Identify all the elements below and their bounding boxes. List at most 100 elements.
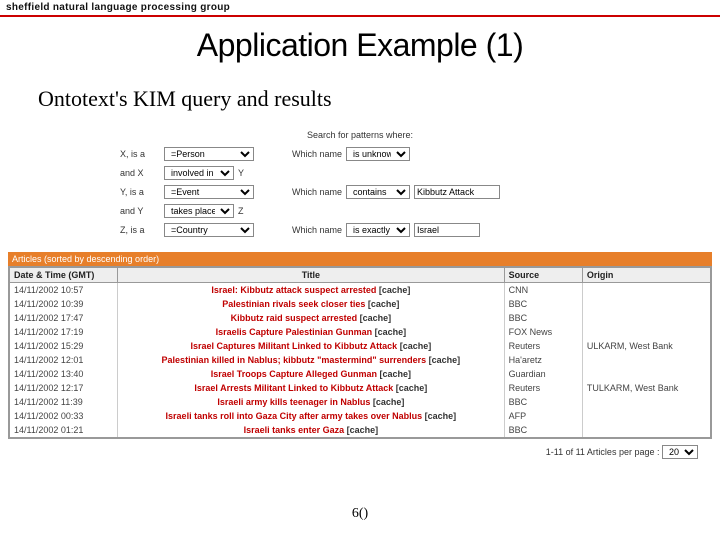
cell-origin <box>582 367 711 381</box>
group-banner: sheffield natural language processing gr… <box>0 0 720 13</box>
var-label: and Y <box>120 206 160 216</box>
form-row-x-rel: and X involved in Y <box>120 165 720 181</box>
cell-origin <box>582 409 711 423</box>
results-pager: 1-11 of 11 Articles per page : 20 <box>8 445 698 459</box>
cell-title[interactable]: Palestinian killed in Nablus; kibbutz "m… <box>118 353 505 367</box>
cell-title[interactable]: Israeli army kills teenager in Nablus [c… <box>118 395 505 409</box>
which-label: Which name <box>292 225 342 235</box>
cell-origin <box>582 325 711 339</box>
rel-target: Z <box>238 206 244 216</box>
cell-title[interactable]: Israel Captures Militant Linked to Kibbu… <box>118 339 505 353</box>
cell-source: BBC <box>504 423 582 438</box>
table-row[interactable]: 14/11/2002 15:29Israel Captures Militant… <box>9 339 711 353</box>
cell-source: Reuters <box>504 381 582 395</box>
var-label: Y, is a <box>120 187 160 197</box>
type-select-x[interactable]: =Person <box>164 147 254 161</box>
cell-origin <box>582 283 711 298</box>
cache-link[interactable]: [cache] <box>368 299 400 309</box>
pager-text: 1-11 of 11 Articles per page : <box>546 447 660 457</box>
cell-source: Guardian <box>504 367 582 381</box>
cell-date: 14/11/2002 01:21 <box>9 423 118 438</box>
cell-title[interactable]: Kibbutz raid suspect arrested [cache] <box>118 311 505 325</box>
table-row[interactable]: 14/11/2002 17:19Israelis Capture Palesti… <box>9 325 711 339</box>
cell-title[interactable]: Israel Troops Capture Alleged Gunman [ca… <box>118 367 505 381</box>
slide-footer: 6() <box>0 506 720 522</box>
slide-subtitle: Ontotext's KIM query and results <box>38 86 720 112</box>
name-mode-select-x[interactable]: is unknown <box>346 147 410 161</box>
rel-target: Y <box>238 168 244 178</box>
cell-title[interactable]: Israelis Capture Palestinian Gunman [cac… <box>118 325 505 339</box>
cell-origin <box>582 297 711 311</box>
cell-title[interactable]: Israel: Kibbutz attack suspect arrested … <box>118 283 505 298</box>
cell-date: 14/11/2002 17:19 <box>9 325 118 339</box>
name-value-input-y[interactable] <box>414 185 500 199</box>
table-row[interactable]: 14/11/2002 11:39Israeli army kills teena… <box>9 395 711 409</box>
cell-origin: TULKARM, West Bank <box>582 381 711 395</box>
cell-date: 14/11/2002 17:47 <box>9 311 118 325</box>
cell-source: CNN <box>504 283 582 298</box>
form-row-x-type: X, is a =Person Which name is unknown <box>120 146 720 162</box>
form-row-z-type: Z, is a =Country Which name is exactly <box>120 222 720 238</box>
cache-link[interactable]: [cache] <box>379 285 411 295</box>
cell-date: 14/11/2002 11:39 <box>9 395 118 409</box>
cell-source: FOX News <box>504 325 582 339</box>
col-source-header[interactable]: Source <box>504 267 582 283</box>
cell-title[interactable]: Palestinian rivals seek closer ties [cac… <box>118 297 505 311</box>
table-row[interactable]: 14/11/2002 12:17Israel Arrests Militant … <box>9 381 711 395</box>
cell-origin <box>582 395 711 409</box>
col-title-header[interactable]: Title <box>118 267 505 283</box>
table-row[interactable]: 14/11/2002 00:33Israeli tanks roll into … <box>9 409 711 423</box>
type-select-y[interactable]: =Event <box>164 185 254 199</box>
cell-origin: ULKARM, West Bank <box>582 339 711 353</box>
cache-link[interactable]: [cache] <box>373 397 405 407</box>
table-row[interactable]: 14/11/2002 13:40Israel Troops Capture Al… <box>9 367 711 381</box>
results-header-bar: Articles (sorted by descending order) <box>8 252 712 266</box>
name-mode-select-y[interactable]: contains <box>346 185 410 199</box>
cell-date: 14/11/2002 15:29 <box>9 339 118 353</box>
name-value-input-z[interactable] <box>414 223 480 237</box>
cache-link[interactable]: [cache] <box>375 327 407 337</box>
cell-date: 14/11/2002 13:40 <box>9 367 118 381</box>
cell-date: 14/11/2002 00:33 <box>9 409 118 423</box>
col-origin-header[interactable]: Origin <box>582 267 711 283</box>
cache-link[interactable]: [cache] <box>429 355 461 365</box>
col-date-header[interactable]: Date & Time (GMT) <box>9 267 118 283</box>
cell-title[interactable]: Israeli tanks roll into Gaza City after … <box>118 409 505 423</box>
which-label: Which name <box>292 187 342 197</box>
cell-origin <box>582 353 711 367</box>
cell-source: Ha'aretz <box>504 353 582 367</box>
results-panel: Articles (sorted by descending order) Da… <box>8 252 712 459</box>
table-row[interactable]: 14/11/2002 01:21Israeli tanks enter Gaza… <box>9 423 711 438</box>
banner-rule <box>0 15 720 17</box>
cell-title[interactable]: Israeli tanks enter Gaza [cache] <box>118 423 505 438</box>
slide-title: Application Example (1) <box>0 27 720 64</box>
table-row[interactable]: 14/11/2002 10:57Israel: Kibbutz attack s… <box>9 283 711 298</box>
cell-origin <box>582 423 711 438</box>
cell-date: 14/11/2002 10:39 <box>9 297 118 311</box>
var-label: Z, is a <box>120 225 160 235</box>
cache-link[interactable]: [cache] <box>379 369 411 379</box>
cell-date: 14/11/2002 12:01 <box>9 353 118 367</box>
cell-title[interactable]: Israel Arrests Militant Linked to Kibbut… <box>118 381 505 395</box>
var-label: X, is a <box>120 149 160 159</box>
cache-link[interactable]: [cache] <box>396 383 428 393</box>
pager-page-size[interactable]: 20 <box>662 445 698 459</box>
cell-source: Reuters <box>504 339 582 353</box>
cache-link[interactable]: [cache] <box>425 411 457 421</box>
cache-link[interactable]: [cache] <box>347 425 379 435</box>
cache-link[interactable]: [cache] <box>400 341 432 351</box>
cache-link[interactable]: [cache] <box>360 313 392 323</box>
relation-select-y[interactable]: takes place in <box>164 204 234 218</box>
table-row[interactable]: 14/11/2002 17:47Kibbutz raid suspect arr… <box>9 311 711 325</box>
results-table: Date & Time (GMT) Title Source Origin 14… <box>8 266 712 439</box>
cell-source: AFP <box>504 409 582 423</box>
name-mode-select-z[interactable]: is exactly <box>346 223 410 237</box>
cell-source: BBC <box>504 311 582 325</box>
relation-select-x[interactable]: involved in <box>164 166 234 180</box>
cell-source: BBC <box>504 395 582 409</box>
cell-date: 14/11/2002 12:17 <box>9 381 118 395</box>
form-row-y-type: Y, is a =Event Which name contains <box>120 184 720 200</box>
table-row[interactable]: 14/11/2002 10:39Palestinian rivals seek … <box>9 297 711 311</box>
type-select-z[interactable]: =Country <box>164 223 254 237</box>
table-row[interactable]: 14/11/2002 12:01Palestinian killed in Na… <box>9 353 711 367</box>
